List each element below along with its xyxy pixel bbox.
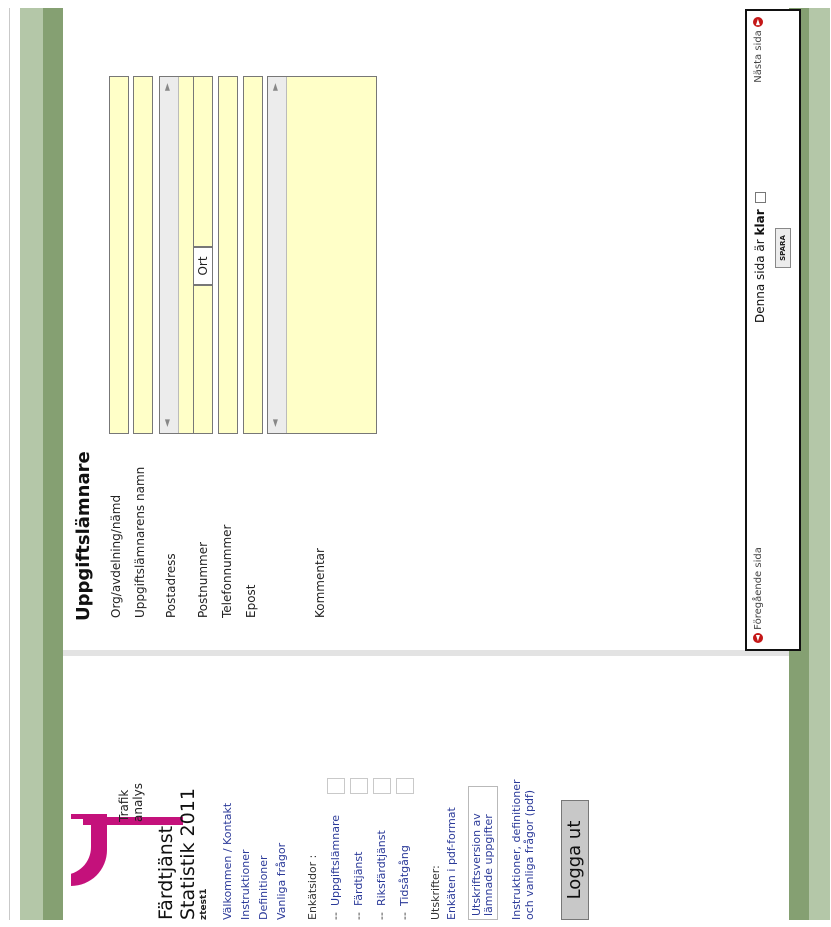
app-title-line2: Statistik 2011: [177, 788, 199, 920]
kommentar-textarea[interactable]: ◄ ►: [267, 76, 377, 434]
enkat-item-fardtjanst[interactable]: --Färdtjänst: [352, 852, 365, 920]
sidebar-divider: [63, 650, 789, 656]
label-epost: Epost: [244, 584, 258, 619]
top-band-light: [20, 8, 43, 920]
enkat-item-uppgiftslamnare[interactable]: --Uppgiftslämnare: [329, 815, 342, 920]
label-postnummer: Postnummer: [196, 541, 210, 618]
bottom-band-light: [809, 8, 830, 920]
top-band-dark: [43, 8, 63, 920]
arrow-right-circle-icon: ►: [753, 17, 763, 27]
enkat-item-riksfardtjanst[interactable]: --Riksfärdtjänst: [375, 830, 388, 920]
user-name: ztest1: [199, 888, 209, 920]
label-org: Org/avdelning/nämd: [109, 494, 123, 618]
utskrifter-heading: Utskrifter:: [429, 865, 442, 920]
page-navigation: ◄ Föregående sida Denna sida är klar SPA…: [745, 9, 801, 651]
link-instruktioner[interactable]: Instruktioner: [239, 850, 252, 921]
sidebar: Trafik analys Färdtjänst Statistik 2011 …: [63, 656, 789, 920]
enkat-item-tidsatgang[interactable]: --Tidsåtgång: [398, 845, 411, 920]
kommentar-scrollbar[interactable]: ◄ ►: [268, 77, 287, 433]
postnummer-input[interactable]: [193, 285, 213, 434]
label-kommentar: Kommentar: [313, 548, 327, 618]
next-page-link[interactable]: Nästa sida ►: [753, 17, 764, 83]
address-textarea[interactable]: ◄ ►: [159, 76, 195, 434]
link-utskriftsversion[interactable]: Utskriftsversion av lämnade uppgifter: [468, 786, 498, 920]
label-name: Uppgiftslämnarens namn: [133, 466, 147, 618]
link-instruktioner-pdf[interactable]: Instruktioner, definitioner: [510, 779, 523, 920]
done-checkbox[interactable]: [755, 191, 766, 203]
main-content: Uppgiftslämnare Org/avdelning/nämd Uppgi…: [63, 8, 789, 650]
telefon-input[interactable]: [218, 76, 238, 434]
prev-page-link[interactable]: ◄ Föregående sida: [753, 547, 764, 643]
link-valkommen[interactable]: Välkommen / Kontakt: [221, 803, 234, 920]
label-telefon: Telefonnummer: [220, 524, 234, 618]
link-pdf-format[interactable]: Enkäten i pdf-format: [445, 807, 458, 920]
enkat-heading: Enkätsidor :: [306, 854, 319, 920]
label-address: Postadress: [164, 553, 178, 618]
page-heading: Uppgiftslämnare: [73, 451, 94, 621]
link-instruktioner-pdf-2[interactable]: och vanliga frågor (pdf): [523, 790, 536, 920]
logout-button[interactable]: Logga ut: [561, 800, 589, 920]
page-edge-line: [9, 8, 10, 920]
page-done: Denna sida är klar: [753, 191, 767, 323]
epost-input[interactable]: [243, 76, 263, 434]
address-scrollbar[interactable]: ◄ ►: [160, 77, 179, 433]
logo-text-1: Trafik: [117, 789, 131, 822]
arrow-left-circle-icon: ◄: [753, 633, 763, 643]
rotated-page: Trafik analys Färdtjänst Statistik 2011 …: [20, 8, 830, 920]
app-title-line1: Färdtjänst: [155, 825, 177, 920]
app-title: Färdtjänst Statistik 2011: [155, 788, 199, 920]
link-vanliga-fragor[interactable]: Vanliga frågor: [275, 843, 288, 920]
logo-text-2: analys: [131, 783, 145, 822]
org-input[interactable]: [109, 76, 129, 434]
label-ort: Ort: [193, 247, 213, 285]
save-button[interactable]: SPARA: [775, 228, 791, 268]
ort-input[interactable]: [193, 76, 213, 247]
name-input[interactable]: [133, 76, 153, 434]
link-definitioner[interactable]: Definitioner: [257, 855, 270, 920]
